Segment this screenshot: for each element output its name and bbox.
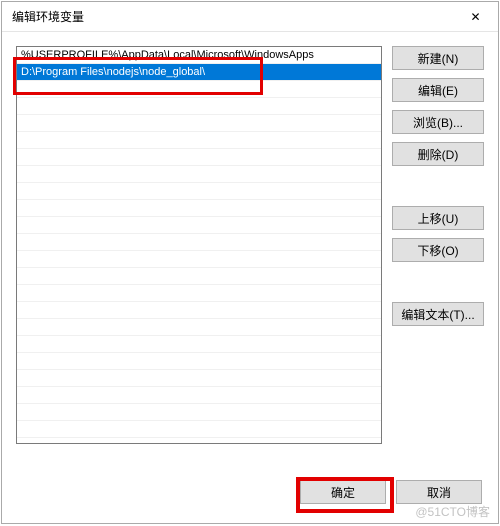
list-item[interactable]: [17, 115, 381, 132]
dialog-footer: 确定 取消: [2, 461, 498, 523]
new-button[interactable]: 新建(N): [392, 46, 484, 70]
path-listbox[interactable]: %USERPROFILE%\AppData\Local\Microsoft\Wi…: [16, 46, 382, 444]
titlebar: 编辑环境变量 ✕: [2, 2, 498, 32]
list-item[interactable]: [17, 132, 381, 149]
list-item[interactable]: [17, 285, 381, 302]
window-title: 编辑环境变量: [12, 8, 84, 25]
list-item[interactable]: [17, 319, 381, 336]
dialog-window: 编辑环境变量 ✕ %USERPROFILE%\AppData\Local\Mic…: [1, 1, 499, 524]
list-item[interactable]: [17, 370, 381, 387]
browse-button[interactable]: 浏览(B)...: [392, 110, 484, 134]
list-item[interactable]: [17, 81, 381, 98]
cancel-button[interactable]: 取消: [396, 480, 482, 504]
delete-button[interactable]: 删除(D): [392, 142, 484, 166]
list-item[interactable]: %USERPROFILE%\AppData\Local\Microsoft\Wi…: [17, 47, 381, 64]
list-item[interactable]: [17, 149, 381, 166]
ok-button[interactable]: 确定: [300, 480, 386, 504]
list-item[interactable]: [17, 183, 381, 200]
window-controls: ✕: [453, 2, 498, 32]
list-item[interactable]: D:\Program Files\nodejs\node_global\: [17, 64, 381, 81]
list-item[interactable]: [17, 302, 381, 319]
content-area: %USERPROFILE%\AppData\Local\Microsoft\Wi…: [2, 32, 498, 461]
list-item[interactable]: [17, 387, 381, 404]
list-item[interactable]: [17, 421, 381, 438]
list-item[interactable]: [17, 98, 381, 115]
move-up-button[interactable]: 上移(U): [392, 206, 484, 230]
edit-text-button[interactable]: 编辑文本(T)...: [392, 302, 484, 326]
list-item[interactable]: [17, 200, 381, 217]
list-item[interactable]: [17, 217, 381, 234]
list-item[interactable]: [17, 251, 381, 268]
close-icon[interactable]: ✕: [453, 2, 498, 32]
list-item[interactable]: [17, 404, 381, 421]
button-column: 新建(N) 编辑(E) 浏览(B)... 删除(D) 上移(U) 下移(O) 编…: [392, 46, 484, 461]
edit-button[interactable]: 编辑(E): [392, 78, 484, 102]
list-item[interactable]: [17, 234, 381, 251]
list-item[interactable]: [17, 353, 381, 370]
move-down-button[interactable]: 下移(O): [392, 238, 484, 262]
list-item[interactable]: [17, 268, 381, 285]
list-item[interactable]: [17, 166, 381, 183]
list-item[interactable]: [17, 336, 381, 353]
